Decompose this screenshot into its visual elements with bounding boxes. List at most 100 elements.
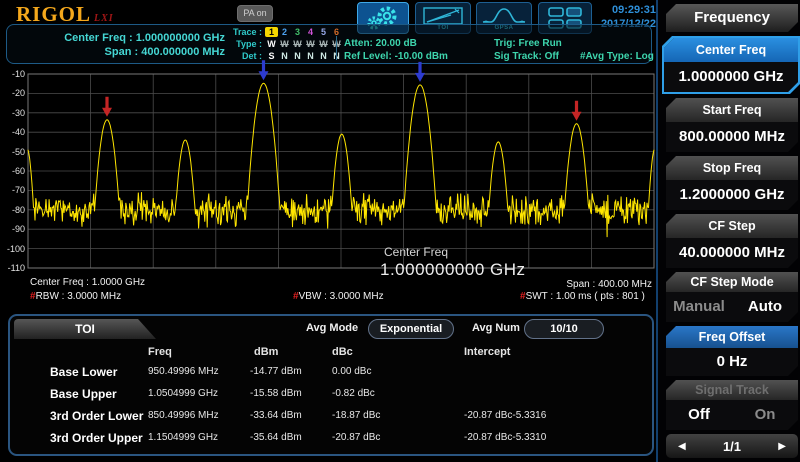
marker-arrow [572,101,582,121]
base-lower-dbc: 0.00 dBc [332,366,371,377]
trace-5-badge[interactable]: 5 [317,27,330,37]
span-readout: Span : 400.000000 MHz [10,45,225,59]
3rd-upper-freq: 1.1504999 GHz [148,432,218,443]
y-tick-label: -90 [12,224,25,234]
y-tick-label: -50 [12,147,25,157]
footer-swt: #SWT : 1.00 ms ( pts : 801 ) [520,291,645,302]
trace-4-badge[interactable]: 4 [304,27,317,37]
signal-track-off[interactable]: Off [666,400,732,430]
freq-offset-button[interactable]: Freq Offset 0 Hz [666,326,798,376]
3rd-upper-dbc: -20.87 dBc [332,432,380,443]
footer-rbw: #RBW : 3.0000 MHz [30,291,121,302]
center-freq-button-label: Center Freq [664,38,798,62]
type-4: W [304,39,317,49]
cf-step-button[interactable]: CF Step 40.000000 MHz [666,214,798,268]
trace-row: Trace :123456 [228,27,343,37]
3rd-lower-freq: 850.49996 MHz [148,410,219,421]
toi-tab[interactable]: TOI [14,319,156,339]
3rd-lower-intercept: -20.87 dBc-5.3316 [464,410,546,421]
y-tick-label: -80 [12,205,25,215]
graticule [28,74,654,268]
base-lower-freq: 950.49996 MHz [148,366,219,377]
trace-type-row: Type :WWWWWW [228,39,343,49]
col-intercept: Intercept [464,346,510,358]
type-1: W [265,39,278,49]
avg-num-button[interactable]: 10/10 [524,319,604,339]
pa-on-button[interactable]: PA on [237,5,273,22]
y-tick-label: -10 [12,69,25,79]
frequency-menu: Frequency Center Freq 1.0000000 GHz Star… [658,0,800,462]
menu-title: Frequency [666,4,798,32]
row-3rd-lower-label: 3rd Order Lower [50,409,143,423]
signal-track-on[interactable]: On [732,400,798,430]
stop-freq-button-label: Stop Freq [666,156,798,180]
trigger-readout: Trig: Free Run [494,37,562,50]
base-upper-freq: 1.0504999 GHz [148,388,218,399]
3rd-lower-dbm: -33.64 dBm [250,410,302,421]
toi-icon [421,6,465,26]
det-5: N [317,51,330,61]
time-text: 09:29:31 [566,3,656,17]
toi-results-panel: TOI Avg Mode Exponential Avg Num 10/10 F… [8,314,654,456]
det-4: N [304,51,317,61]
row-base-upper-label: Base Upper [50,387,117,401]
marker-arrow [102,97,112,117]
type-2: W [278,39,291,49]
start-freq-button[interactable]: Start Freq 800.00000 MHz [666,98,798,152]
cf-step-mode-auto[interactable]: Auto [732,292,798,322]
y-tick-label: -100 [7,244,25,254]
y-tick-label: -60 [12,166,25,176]
page-indicator: 1/1 [723,439,741,454]
type-label: Type : [228,39,262,49]
next-page-arrow[interactable]: ▶ [778,441,786,452]
marker-arrow [415,62,425,82]
det-1: S [265,51,278,61]
center-freq-readout: Center Freq : 1.000000000 GHz [10,31,225,45]
center-freq-button[interactable]: Center Freq 1.0000000 GHz [662,36,800,94]
3rd-upper-intercept: -20.87 dBc-5.3310 [464,432,546,443]
prev-page-arrow[interactable]: ◀ [678,441,686,452]
y-tick-label: -30 [12,108,25,118]
cf-step-mode-manual[interactable]: Manual [666,292,732,322]
plot-center-freq-value: 1.000000000 GHz [380,260,526,280]
avg-mode-label: Avg Mode [306,322,358,334]
lxi-badge: LXI [94,13,114,24]
y-tick-label: -20 [12,88,25,98]
signal-track-button[interactable]: Signal Track Off On [666,380,798,430]
start-freq-button-value: 800.00000 MHz [666,122,798,152]
cf-step-button-value: 40.000000 MHz [666,238,798,268]
cf-step-mode-button[interactable]: CF Step Mode Manual Auto [666,272,798,322]
row-base-lower-label: Base Lower [50,365,117,379]
trace-1-badge[interactable]: 1 [265,27,278,37]
stop-freq-button[interactable]: Stop Freq 1.2000000 GHz [666,156,798,210]
det-3: N [291,51,304,61]
info-divider [336,36,337,60]
gaussian-curve-icon [481,6,527,26]
avg-num-label: Avg Num [472,322,520,334]
spectrum-plot: -10-20-30-40-50-60-70-80-90-100-110 Cent… [0,66,656,314]
freq-offset-label: Freq Offset [666,326,798,348]
atten-readout: Atten: 20.00 dB [344,37,417,50]
col-dbm: dBm [254,346,278,358]
analyzer-screen: RIGOLLXI PA on TOI GPSA [0,0,800,462]
detector-row: Det :SNNNNN [228,51,343,61]
cf-step-button-label: CF Step [666,214,798,238]
trace-3-badge[interactable]: 3 [291,27,304,37]
start-freq-button-label: Start Freq [666,98,798,122]
plot-center-freq-label: Center Freq [384,245,448,259]
center-freq-span-readout: Center Freq : 1.000000000 GHz Span : 400… [10,31,225,59]
y-tick-label: -40 [12,127,25,137]
y-tick-label: -110 [8,263,25,273]
3rd-lower-dbc: -18.87 dBc [332,410,380,421]
avg-mode-button[interactable]: Exponential [368,319,454,339]
freq-offset-value: 0 Hz [666,348,798,376]
spectrum-trace-canvas [28,74,654,268]
row-3rd-upper-label: 3rd Order Upper [50,431,143,445]
base-lower-dbm: -14.77 dBm [250,366,302,377]
3rd-upper-dbm: -35.64 dBm [250,432,302,443]
footer-vbw: #VBW : 3.0000 MHz [293,291,384,302]
sig-track-readout: Sig Track: Off [494,50,559,63]
base-upper-dbm: -15.58 dBm [250,388,302,399]
footer-center-freq: Center Freq : 1.0000 GHz [30,277,145,288]
trace-2-badge[interactable]: 2 [278,27,291,37]
